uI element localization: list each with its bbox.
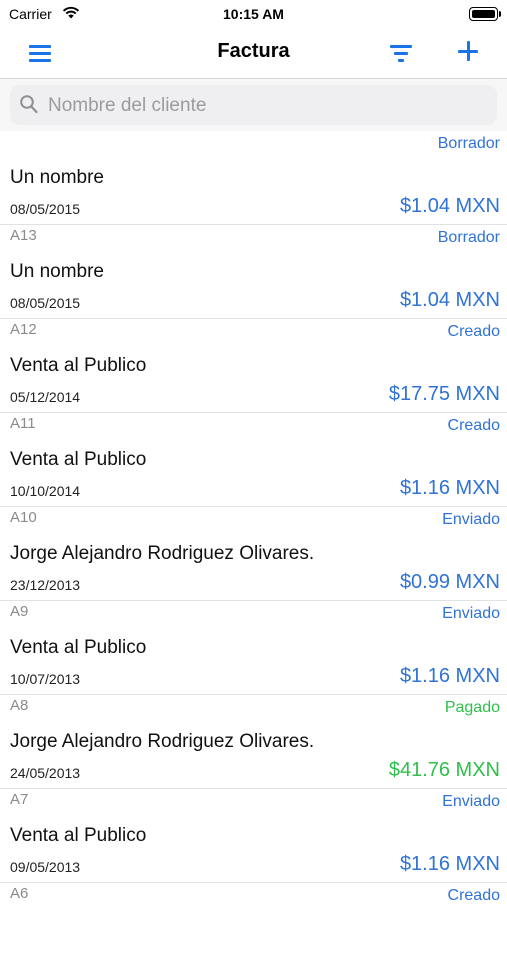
invoice-folio: A10 [10, 509, 37, 526]
search-bar [0, 79, 507, 131]
filter-icon[interactable] [390, 44, 414, 62]
invoice-date: 08/05/2015 [10, 201, 81, 217]
invoice-amount: $17.75 MXN [388, 383, 500, 405]
invoice-folio: A9 [10, 603, 29, 620]
invoice-status: Borrador [437, 229, 500, 246]
search-field[interactable] [10, 85, 497, 127]
invoice-status: Pagado [444, 699, 500, 716]
invoice-row[interactable]: A8 Pagado Jorge Alejandro Rodriguez Oliv… [0, 695, 507, 789]
invoice-folio: A7 [10, 791, 29, 808]
invoice-date: 08/05/2015 [10, 295, 81, 311]
status-bar: Carrier 10:15 AM [0, 0, 507, 28]
invoice-status: Creado [447, 887, 500, 904]
client-name: Un nombre [10, 167, 104, 188]
invoice-amount: $1.16 MXN [399, 477, 500, 499]
invoice-row[interactable]: A12 Creado Venta al Publico 05/12/2014 $… [0, 319, 507, 413]
invoice-amount: $1.16 MXN [399, 665, 500, 687]
invoice-date: 10/10/2014 [10, 483, 81, 499]
invoice-row[interactable]: A9 Enviado Venta al Publico 10/07/2013 $… [0, 601, 507, 695]
client-name: Venta al Publico [10, 825, 147, 846]
client-name: Venta al Publico [10, 355, 147, 376]
invoice-amount: $1.04 MXN [399, 289, 500, 311]
invoice-date: 24/05/2013 [10, 765, 81, 781]
battery-icon [469, 7, 501, 21]
invoice-folio: A8 [10, 697, 29, 714]
add-icon[interactable] [457, 40, 479, 62]
invoice-date: 23/12/2013 [10, 577, 81, 593]
client-name: Jorge Alejandro Rodriguez Olivares. [10, 731, 315, 752]
invoice-date: 09/05/2013 [10, 859, 81, 875]
invoice-row[interactable]: A10 Enviado Jorge Alejandro Rodriguez Ol… [0, 507, 507, 601]
invoice-folio: A12 [10, 321, 37, 338]
invoice-list: Borrador Un nombre 08/05/2015 $1.04 MXN … [0, 131, 507, 976]
invoice-status: Enviado [442, 511, 500, 528]
invoice-row[interactable]: A7 Enviado Venta al Publico 09/05/2013 $… [0, 789, 507, 883]
client-name: Venta al Publico [10, 449, 147, 470]
search-input[interactable] [46, 85, 490, 127]
invoice-status: Creado [447, 323, 500, 340]
invoice-folio: A6 [10, 885, 29, 902]
invoice-folio: A13 [10, 227, 37, 244]
client-name: Jorge Alejandro Rodriguez Olivares. [10, 543, 315, 564]
invoice-status: Creado [447, 417, 500, 434]
invoice-folio: A11 [10, 415, 36, 432]
invoice-amount: $41.76 MXN [388, 759, 500, 781]
search-icon [20, 95, 38, 119]
client-name: Venta al Publico [10, 637, 147, 658]
invoice-status: Enviado [442, 605, 500, 622]
invoice-row[interactable]: A13 Borrador Un nombre 08/05/2015 $1.04 … [0, 225, 507, 319]
clock: 10:15 AM [223, 6, 284, 22]
invoice-row[interactable]: A11 Creado Venta al Publico 10/10/2014 $… [0, 413, 507, 507]
invoice-date: 05/12/2014 [10, 389, 81, 405]
invoice-row[interactable]: Borrador Un nombre 08/05/2015 $1.04 MXN [0, 131, 507, 225]
invoice-row[interactable]: A6 Creado [0, 883, 507, 976]
invoice-amount: $0.99 MXN [399, 571, 500, 593]
page-title: Factura [217, 40, 290, 62]
client-name: Un nombre [10, 261, 104, 282]
invoice-amount: $1.16 MXN [399, 853, 500, 875]
invoice-date: 10/07/2013 [10, 671, 81, 687]
invoice-status: Enviado [442, 793, 500, 810]
invoice-status: Borrador [437, 135, 500, 152]
navigation-bar: Factura [0, 28, 507, 79]
invoice-amount: $1.04 MXN [399, 195, 500, 217]
